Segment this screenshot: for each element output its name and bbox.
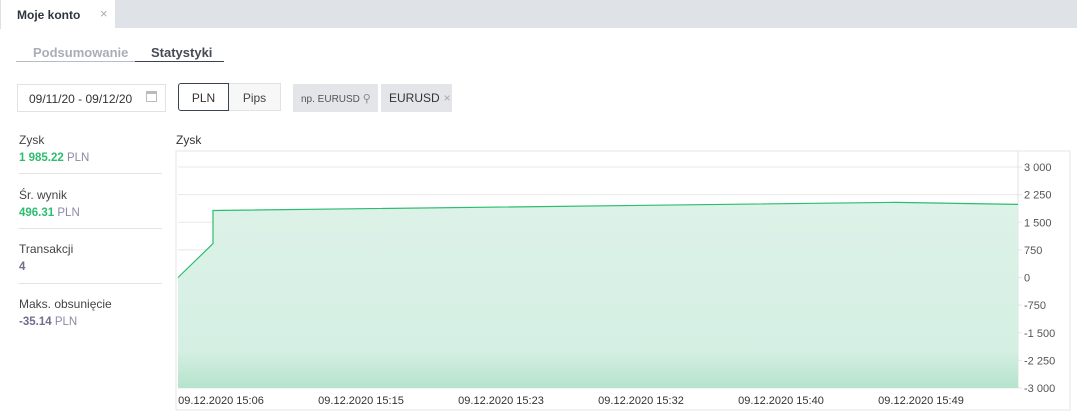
y-tick-label: -1 500 [1024, 328, 1055, 340]
x-tick-label: 09.12.2020 15:06 [178, 395, 264, 407]
y-tick-label: 2 250 [1024, 190, 1052, 202]
x-tick-label: 09.12.2020 15:49 [878, 395, 964, 407]
area-fill [178, 202, 1018, 388]
y-tick-label: 750 [1024, 245, 1042, 257]
y-tick-label: -750 [1024, 300, 1046, 312]
y-tick-label: 1 500 [1024, 217, 1052, 229]
profit-chart: 3 000 2 250 1 500 750 0 -750 -1 500 -2 250 -3 00… [175, 150, 1071, 411]
x-tick-label: 09.12.2020 15:15 [318, 395, 404, 407]
y-tick-label: 3 000 [1024, 162, 1052, 174]
y-tick-label: 0 [1024, 273, 1030, 285]
y-tick-label: -2 250 [1024, 355, 1055, 367]
x-tick-label: 09.12.2020 15:23 [458, 395, 544, 407]
x-tick-label: 09.12.2020 15:32 [598, 395, 684, 407]
y-tick-label: -3 000 [1024, 383, 1055, 395]
x-tick-label: 09.12.2020 15:40 [738, 395, 824, 407]
